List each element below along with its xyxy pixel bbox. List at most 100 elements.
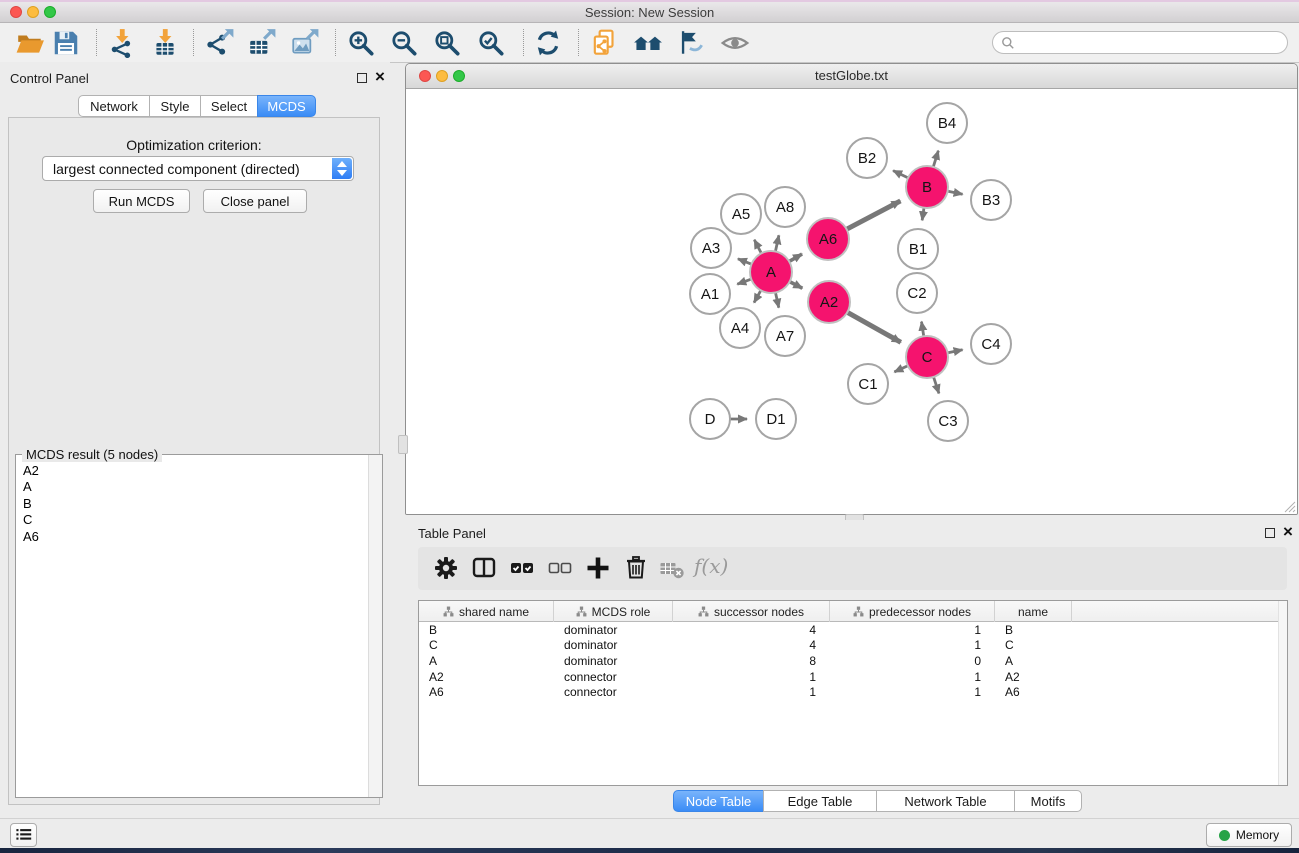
graph-edge-A2-C[interactable] <box>846 311 901 342</box>
network-canvas[interactable]: AA1A2A3A4A5A6A7A8BB1B2B3B4CC1C2C3C4DD1 <box>406 89 1297 514</box>
table-row[interactable]: Bdominator41B <box>419 622 1287 638</box>
search-field[interactable] <box>992 31 1288 54</box>
node-table[interactable]: shared nameMCDS rolesuccessor nodesprede… <box>418 600 1288 786</box>
function-builder-button[interactable]: f(x) <box>694 554 728 578</box>
graph-node-C[interactable]: C <box>906 336 948 378</box>
tab-motifs[interactable]: Motifs <box>1014 790 1082 812</box>
table-row[interactable]: A6connector11A6 <box>419 684 1287 700</box>
tab-select[interactable]: Select <box>200 95 258 117</box>
table-cell[interactable]: 8 <box>673 654 830 668</box>
tab-node-table[interactable]: Node Table <box>673 790 764 812</box>
open-session-button[interactable] <box>15 28 45 58</box>
save-session-button[interactable] <box>51 28 81 58</box>
memory-button[interactable]: Memory <box>1206 823 1292 847</box>
select-all-columns-button[interactable] <box>508 554 536 582</box>
graph-node-D1[interactable]: D1 <box>756 399 796 439</box>
mcds-result-item[interactable]: B <box>23 496 382 512</box>
zoom-selected-button[interactable] <box>476 28 506 58</box>
graph-node-B3[interactable]: B3 <box>971 180 1011 220</box>
column-header-name[interactable]: name <box>995 601 1072 622</box>
table-cell[interactable]: B <box>419 623 554 637</box>
show-all-button[interactable] <box>720 28 750 58</box>
graph-node-C4[interactable]: C4 <box>971 324 1011 364</box>
home-view-button[interactable] <box>633 28 663 58</box>
table-cell[interactable]: 1 <box>830 670 995 684</box>
network-window-titlebar[interactable]: testGlobe.txt <box>406 64 1297 89</box>
graph-node-B2[interactable]: B2 <box>847 138 887 178</box>
column-header-successor-nodes[interactable]: successor nodes <box>673 601 830 622</box>
graph-node-A2[interactable]: A2 <box>808 281 850 323</box>
table-cell[interactable]: 1 <box>673 685 830 699</box>
table-cell[interactable]: A <box>995 654 1072 668</box>
float-table-panel-icon[interactable] <box>1265 528 1275 538</box>
table-cell[interactable]: C <box>995 638 1072 652</box>
tab-mcds[interactable]: MCDS <box>257 95 316 117</box>
vertical-splitter-grip[interactable] <box>398 435 408 454</box>
tab-network-table[interactable]: Network Table <box>876 790 1015 812</box>
table-cell[interactable]: A <box>419 654 554 668</box>
mcds-list-scrollbar[interactable] <box>368 455 382 797</box>
table-row[interactable]: Cdominator41C <box>419 638 1287 654</box>
graph-node-A7[interactable]: A7 <box>765 316 805 356</box>
table-cell[interactable]: 1 <box>830 623 995 637</box>
table-cell[interactable]: A6 <box>995 685 1072 699</box>
clone-network-button[interactable] <box>590 28 620 58</box>
table-cell[interactable]: A2 <box>995 670 1072 684</box>
table-cell[interactable]: dominator <box>554 654 673 668</box>
table-cell[interactable]: 0 <box>830 654 995 668</box>
graph-node-D[interactable]: D <box>690 399 730 439</box>
window-resize-grip-icon[interactable] <box>1282 499 1296 513</box>
graph-edge-A6-B[interactable] <box>845 201 901 230</box>
graph-node-A3[interactable]: A3 <box>691 228 731 268</box>
graph-node-A4[interactable]: A4 <box>720 308 760 348</box>
mcds-result-item[interactable]: A2 <box>23 463 382 479</box>
apply-layout-button[interactable] <box>533 28 563 58</box>
graph-node-A5[interactable]: A5 <box>721 194 761 234</box>
graph-node-A1[interactable]: A1 <box>690 274 730 314</box>
mcds-result-item[interactable]: C <box>23 512 382 528</box>
graph-node-C3[interactable]: C3 <box>928 401 968 441</box>
table-cell[interactable]: 1 <box>830 638 995 652</box>
float-panel-icon[interactable] <box>357 73 367 83</box>
export-table-button[interactable] <box>247 28 277 58</box>
table-cell[interactable]: dominator <box>554 638 673 652</box>
zoom-out-button[interactable] <box>389 28 419 58</box>
table-cell[interactable]: C <box>419 638 554 652</box>
tab-style[interactable]: Style <box>149 95 201 117</box>
table-cell[interactable]: 4 <box>673 638 830 652</box>
hide-selected-button[interactable] <box>676 28 706 58</box>
table-cell[interactable]: dominator <box>554 623 673 637</box>
export-network-button[interactable] <box>205 28 235 58</box>
table-row[interactable]: A2connector11A2 <box>419 669 1287 685</box>
import-network-button[interactable] <box>107 28 137 58</box>
graph-node-B4[interactable]: B4 <box>927 103 967 143</box>
table-row[interactable]: Adominator80A <box>419 653 1287 669</box>
column-header-MCDS-role[interactable]: MCDS role <box>554 601 673 622</box>
column-header-predecessor-nodes[interactable]: predecessor nodes <box>830 601 995 622</box>
graph-node-A6[interactable]: A6 <box>807 218 849 260</box>
show-columns-button[interactable] <box>470 554 498 582</box>
panel-menu-button[interactable] <box>10 823 37 847</box>
table-settings-button[interactable] <box>432 554 460 582</box>
add-row-button[interactable] <box>584 554 612 582</box>
zoom-fit-button[interactable] <box>432 28 462 58</box>
close-panel-button[interactable]: Close panel <box>203 189 307 213</box>
tab-network[interactable]: Network <box>78 95 150 117</box>
table-cell[interactable]: connector <box>554 685 673 699</box>
close-panel-icon[interactable]: × <box>375 70 385 84</box>
table-cell[interactable]: B <box>995 623 1072 637</box>
destroy-table-button[interactable] <box>658 554 686 582</box>
import-table-button[interactable] <box>150 28 180 58</box>
mcds-result-item[interactable]: A <box>23 479 382 495</box>
deselect-all-columns-button[interactable] <box>546 554 574 582</box>
close-table-panel-icon[interactable]: × <box>1283 525 1293 539</box>
graph-node-C2[interactable]: C2 <box>897 273 937 313</box>
zoom-in-button[interactable] <box>346 28 376 58</box>
table-cell[interactable]: A2 <box>419 670 554 684</box>
table-cell[interactable]: 1 <box>673 670 830 684</box>
table-cell[interactable]: 1 <box>830 685 995 699</box>
criterion-dropdown[interactable]: largest connected component (directed) <box>42 156 354 181</box>
graph-node-B[interactable]: B <box>906 166 948 208</box>
table-cell[interactable]: A6 <box>419 685 554 699</box>
column-header-shared-name[interactable]: shared name <box>419 601 554 622</box>
